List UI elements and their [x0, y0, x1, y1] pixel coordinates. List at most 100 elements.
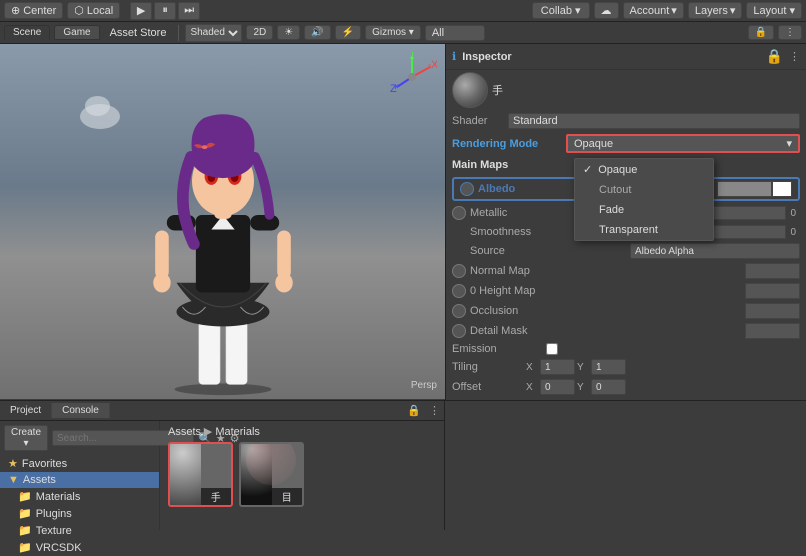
option-opaque[interactable]: Opaque [575, 159, 713, 180]
local-toggle[interactable]: ⬡ Local [67, 2, 120, 19]
account-dropdown[interactable]: Account ▾ [623, 2, 684, 19]
source-row: Source Albedo Alpha [446, 241, 806, 261]
favorites-item[interactable]: ★ Favorites [0, 455, 159, 472]
rendering-mode-dropdown[interactable]: Opaque ▾ Opaque Cutout Fade Transparent [566, 134, 800, 153]
asset-item-0[interactable]: 手 [168, 442, 233, 507]
inspector-layout-btn[interactable]: ⋮ [778, 25, 802, 40]
project-tab[interactable]: Project [0, 403, 52, 418]
height-map-icon [452, 284, 466, 298]
console-tab[interactable]: Console [52, 403, 110, 418]
height-map-texture-slot[interactable] [745, 283, 800, 299]
search-input-area[interactable]: All [425, 25, 485, 41]
offset-label: Offset [452, 381, 522, 393]
collab-button[interactable]: Collab ▾ [532, 2, 590, 19]
tiling-label: Tiling [452, 361, 522, 373]
materials-item[interactable]: 📁 Materials [0, 488, 159, 505]
metallic-icon [452, 206, 466, 220]
cloud-button[interactable]: ☁ [594, 2, 619, 19]
breadcrumb: Assets ▶ Materials [164, 425, 440, 440]
project-toolbar: Create ▾ 🔍 ★ ⚙ [0, 425, 159, 451]
normal-map-texture-slot[interactable] [745, 263, 800, 279]
option-cutout[interactable]: Cutout [575, 180, 713, 200]
material-sphere-preview [452, 72, 488, 108]
material-sphere-1 [241, 442, 272, 505]
center-toggle[interactable]: ⊕ Center [4, 2, 63, 19]
second-toolbar: Scene Game Asset Store Shaded 2D ☀ 🔊 ⚡ G… [0, 22, 806, 44]
vrcsdk-item[interactable]: 📁 VRCSDK [0, 539, 159, 556]
assets-item[interactable]: ▼ Assets [0, 472, 159, 488]
shading-select[interactable]: Shaded [185, 24, 242, 42]
offset-y-input[interactable] [591, 379, 626, 395]
detail-mask-icon [452, 324, 466, 338]
option-transparent[interactable]: Transparent [575, 220, 713, 240]
normal-map-icon [452, 264, 466, 278]
albedo-icon [460, 182, 474, 196]
option-fade[interactable]: Fade [575, 200, 713, 220]
scene-tab[interactable]: Scene [4, 25, 50, 40]
fx-toggle[interactable]: ⚡ [335, 25, 361, 40]
offset-x-input[interactable] [540, 379, 575, 395]
main-content: Shaded 2D ☀ 🔊 🖼 Gizmos ▾ All [0, 44, 806, 400]
occlusion-row: Occlusion [446, 301, 806, 321]
inspector-title: Inspector [462, 51, 512, 63]
texture-item[interactable]: 📁 Texture [0, 522, 159, 539]
dropdown-arrow: ▾ [786, 137, 792, 150]
cloud-decoration [80, 104, 120, 129]
light-toggle[interactable]: ☀ [277, 25, 300, 40]
shader-label: Shader [452, 115, 502, 127]
audio-toggle[interactable]: 🔊 [304, 25, 330, 40]
albedo-texture-slot[interactable] [717, 181, 772, 197]
project-panel: Project Console 🔒 ⋮ Create ▾ 🔍 ★ ⚙ ★ [0, 401, 445, 530]
tiling-y-input[interactable] [591, 359, 626, 375]
viewport-background: X Y Z Persp [0, 44, 445, 399]
shader-value[interactable]: Standard [508, 113, 800, 129]
scene-viewport[interactable]: Shaded 2D ☀ 🔊 🖼 Gizmos ▾ All [0, 44, 445, 399]
layout-dropdown[interactable]: Layout ▾ [746, 2, 802, 19]
occlusion-icon [452, 304, 466, 318]
step-button[interactable]: ⏭ [178, 2, 200, 20]
center-icon: ⊕ [11, 4, 20, 17]
asset-thumb-0: 手 [168, 442, 233, 507]
emission-row: Emission [446, 341, 806, 357]
play-button[interactable]: ▶ [130, 2, 152, 20]
asset-store-tab[interactable]: Asset Store [104, 26, 173, 40]
project-menu-btn[interactable]: ⋮ [425, 404, 444, 417]
favorites-star-icon: ★ [8, 457, 18, 470]
height-map-label: 0 Height Map [470, 285, 741, 297]
inspector-header: ℹ Inspector 🔒 ⋮ [446, 44, 806, 70]
inspector-menu-btn[interactable]: ⋮ [789, 50, 800, 63]
create-button[interactable]: Create ▾ [4, 425, 48, 451]
2d-toggle[interactable]: 2D [246, 25, 273, 40]
emission-checkbox[interactable] [546, 343, 558, 355]
detail-mask-row: Detail Mask [446, 321, 806, 341]
lock-button[interactable]: 🔒 [766, 48, 783, 65]
asset-item-1[interactable]: 目 [239, 442, 304, 507]
tiling-x-input[interactable] [540, 359, 575, 375]
game-tab[interactable]: Game [54, 25, 99, 40]
asset-thumb-label-1: 目 [272, 488, 303, 505]
plugins-item[interactable]: 📁 Plugins [0, 505, 159, 522]
separator1 [178, 25, 179, 41]
top-toolbar: ⊕ Center ⬡ Local ▶ ⏸ ⏭ Collab ▾ ☁ Accoun… [0, 0, 806, 22]
account-chevron: ▾ [671, 4, 677, 17]
albedo-color-picker[interactable] [772, 181, 792, 197]
project-lock-btn[interactable]: 🔒 [403, 404, 425, 417]
normal-map-row: Normal Map [446, 261, 806, 281]
svg-text:Z: Z [390, 83, 397, 95]
source-dropdown[interactable]: Albedo Alpha [630, 243, 800, 259]
height-map-row: 0 Height Map [446, 281, 806, 301]
plugins-folder-icon: 📁 [18, 507, 32, 520]
inspector-icons-right[interactable]: 🔒 [748, 25, 774, 40]
material-name: 手 [492, 82, 800, 98]
detail-mask-texture-slot[interactable] [745, 323, 800, 339]
source-label: Source [470, 245, 630, 257]
layers-dropdown[interactable]: Layers ▾ [688, 2, 743, 19]
occlusion-texture-slot[interactable] [745, 303, 800, 319]
axis-gizmo: X Y Z [387, 52, 437, 102]
persp-label: Persp [411, 380, 437, 391]
tiling-inputs: X Y [526, 359, 800, 375]
pause-button[interactable]: ⏸ [154, 2, 176, 20]
character-figure [0, 64, 445, 399]
gizmos-btn[interactable]: Gizmos ▾ [365, 25, 421, 40]
tiling-row: Tiling X Y [446, 357, 806, 377]
